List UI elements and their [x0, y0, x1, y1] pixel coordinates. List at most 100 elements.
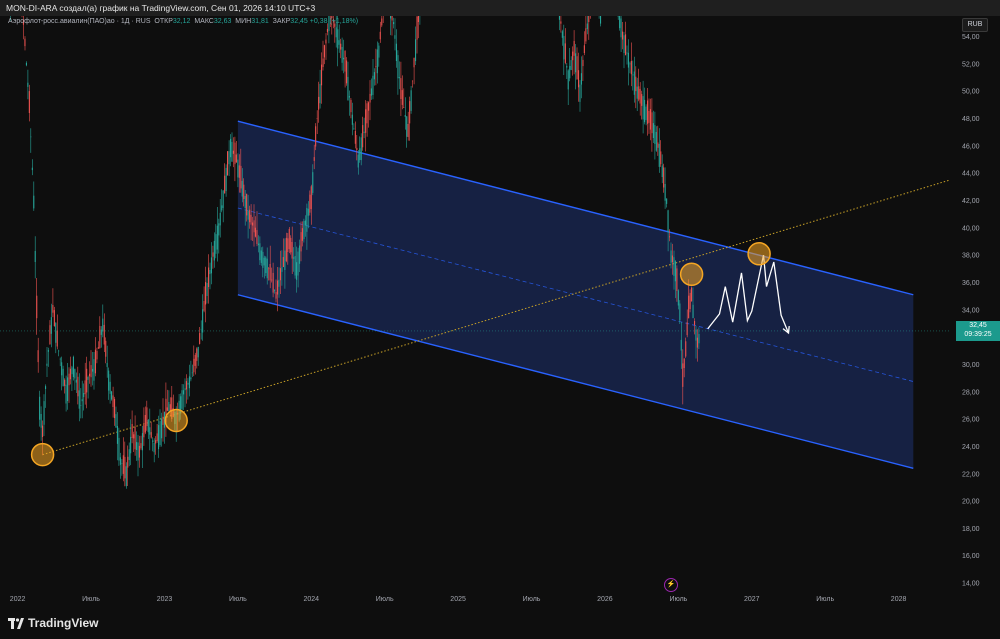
candle-body: [415, 39, 417, 62]
candle-body: [168, 402, 170, 412]
candle-body: [230, 138, 232, 158]
candle-body: [404, 115, 406, 117]
candle-body: [325, 39, 327, 44]
candle-body: [285, 237, 287, 262]
close-label: ЗАКР: [272, 18, 291, 25]
price-chart[interactable]: 54,00 52,00 50,00 48,00 46,00 44,00 42,00 40,00…: [0, 16, 1000, 612]
last-price-tag: 32,45 09:39:25: [956, 320, 1000, 341]
candle-body: [318, 96, 320, 110]
candle-body: [269, 264, 271, 281]
lightning-icon[interactable]: ⚡: [664, 578, 678, 592]
candle-body: [319, 83, 321, 104]
y-tick-label: 16,00: [962, 553, 980, 560]
candle-body: [260, 250, 262, 263]
candle-body: [585, 28, 587, 42]
candle-body: [45, 386, 47, 389]
low-value: 31,81: [251, 18, 269, 25]
footer: [0, 612, 1000, 639]
bar-countdown: 09:39:25: [964, 331, 992, 339]
candle-body: [375, 66, 377, 67]
candle-body: [657, 142, 659, 148]
candle-body: [360, 137, 362, 161]
candle-body: [323, 45, 325, 58]
candle-body: [153, 443, 155, 453]
currency-badge[interactable]: RUB: [962, 18, 988, 32]
candle-body: [635, 76, 637, 92]
candle-body: [291, 242, 293, 259]
y-tick-label: 52,00: [962, 61, 980, 68]
candle-body: [77, 376, 79, 397]
candle-body: [72, 356, 74, 377]
candle-body: [249, 209, 251, 223]
candle-body: [691, 287, 693, 302]
x-tick-label: 2022: [10, 596, 26, 603]
candle-body: [243, 184, 245, 199]
candle-body: [161, 418, 163, 439]
tradingview-logo[interactable]: TradingView: [8, 616, 98, 630]
candle-body: [119, 457, 121, 465]
tradingview-mark-icon: [8, 617, 24, 629]
candle-body: [30, 136, 32, 138]
candle-body: [262, 251, 264, 268]
candle-body: [106, 362, 108, 367]
candle-body: [655, 132, 657, 151]
candle-body: [58, 350, 60, 352]
candle-body: [199, 333, 201, 344]
candle-body: [301, 228, 303, 241]
x-tick-label: Июль: [669, 596, 687, 603]
candle-body: [633, 71, 635, 95]
candle-body: [588, 16, 590, 22]
candle-body: [670, 250, 672, 263]
y-tick-label: 22,00: [962, 471, 980, 478]
candle-body: [275, 292, 277, 299]
candle-body: [406, 116, 408, 137]
candle-body: [560, 21, 562, 24]
candle-body: [293, 257, 295, 259]
candle-body: [403, 107, 405, 108]
candle-body: [627, 52, 629, 68]
candle-body: [59, 358, 61, 360]
candle-body: [630, 61, 632, 75]
candle-body: [114, 398, 116, 419]
candle-body: [147, 419, 149, 433]
candle-body: [686, 322, 688, 336]
candle-body: [222, 190, 224, 208]
candle-body: [350, 99, 352, 113]
candle-body: [143, 425, 145, 438]
candle-body: [409, 101, 411, 124]
candle-body: [641, 94, 643, 106]
y-tick-label: 20,00: [962, 499, 980, 506]
y-tick-label: 14,00: [962, 581, 980, 588]
candle-body: [194, 354, 196, 366]
candle-body: [566, 65, 568, 68]
candle-body: [144, 415, 146, 433]
candle-body: [277, 280, 279, 295]
candle-body: [94, 349, 96, 374]
candle-body: [316, 118, 318, 119]
candle-body: [181, 390, 183, 409]
candle-body: [674, 261, 676, 282]
candle-body: [64, 379, 66, 386]
y-tick-label: 18,00: [962, 526, 980, 533]
y-tick-label: 48,00: [962, 116, 980, 123]
candle-body: [25, 62, 27, 66]
candle-body: [55, 322, 57, 343]
candle-body: [654, 125, 656, 144]
candle-body: [28, 91, 30, 113]
candle-body: [24, 38, 26, 47]
candle-body: [158, 425, 160, 450]
candle-body: [100, 329, 102, 335]
pivot-circle-marker: [747, 242, 771, 266]
candle-body: [315, 126, 317, 147]
chart-area[interactable]: 54,00 52,00 50,00 48,00 46,00 44,00 42,00 40,00…: [0, 16, 1000, 612]
x-tick-label: Июль: [82, 596, 100, 603]
candle-body: [75, 379, 77, 383]
candle-body: [393, 22, 395, 25]
candle-body: [310, 186, 312, 209]
candle-body: [649, 109, 651, 130]
candle-body: [90, 365, 92, 378]
y-tick-label: 24,00: [962, 444, 980, 451]
candle-body: [671, 255, 673, 263]
candle-body: [645, 106, 647, 121]
candle-body: [363, 131, 365, 133]
